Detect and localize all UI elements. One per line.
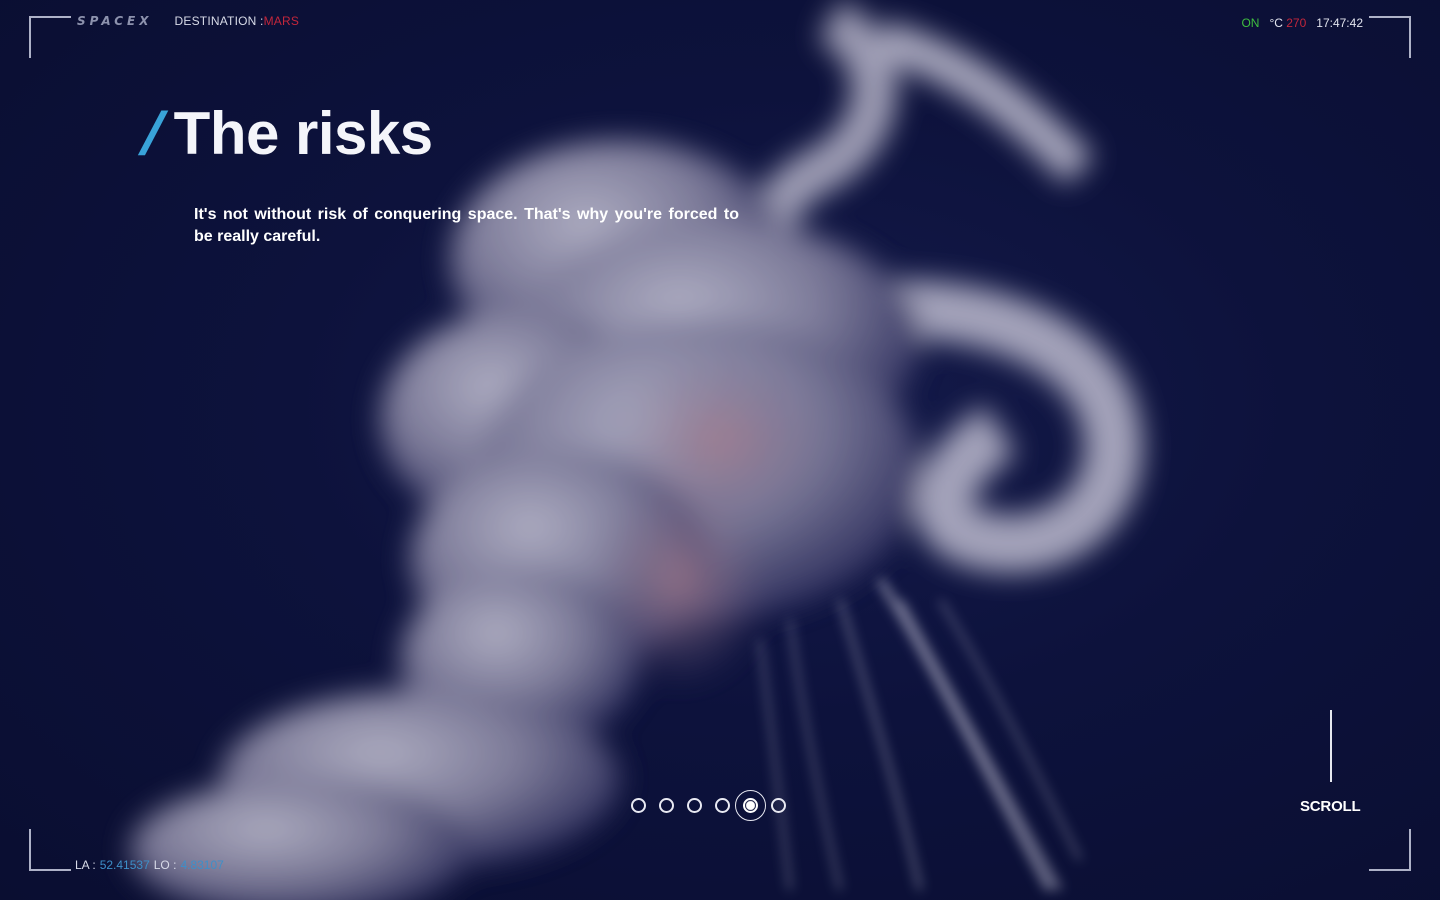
- section-title: The risks: [173, 100, 433, 167]
- pager-dot-4[interactable]: [715, 798, 730, 813]
- pager-dot-1[interactable]: [631, 798, 646, 813]
- scroll-button[interactable]: SCROLL: [1300, 798, 1361, 815]
- frame-corner-bottom-left: [29, 829, 71, 871]
- hero-stage: SPACEX DESTINATION :MARS ON °C 270 17:47…: [0, 0, 1440, 900]
- latitude-value: 52.41537: [99, 858, 150, 872]
- coordinates-readout: LA :52.41537 LO :4.83107: [75, 858, 224, 872]
- slide-pager: [631, 790, 786, 821]
- latitude-label: LA :: [75, 858, 96, 872]
- temperature-readout: °C 270: [1269, 16, 1306, 30]
- temperature-value: 270: [1286, 16, 1307, 30]
- frame-corner-top-right: [1369, 16, 1411, 58]
- clock: 17:47:42: [1316, 16, 1363, 30]
- title-slash-accent: /: [138, 100, 165, 167]
- section-intro: It's not without risk of conquering spac…: [194, 206, 739, 245]
- frame-corner-top-left: [29, 16, 71, 58]
- spacex-logo[interactable]: SPACEX: [77, 14, 153, 28]
- section-headline: / The risks: [138, 100, 433, 167]
- status-indicator: ON: [1241, 16, 1260, 30]
- destination-label: DESTINATION :: [174, 14, 264, 28]
- longitude-value: 4.83107: [180, 858, 224, 872]
- temperature-unit: °C: [1269, 16, 1283, 30]
- pager-dot-2[interactable]: [659, 798, 674, 813]
- header-left: SPACEX DESTINATION :MARS: [77, 14, 299, 28]
- scroll-indicator-line: [1330, 710, 1332, 782]
- pager-dot-6[interactable]: [771, 798, 786, 813]
- frame-corner-bottom-right: [1369, 829, 1411, 871]
- destination-value: MARS: [263, 14, 300, 28]
- pager-dot-5-active[interactable]: [735, 790, 766, 821]
- longitude-label: LO :: [153, 858, 177, 872]
- pager-dot-3[interactable]: [687, 798, 702, 813]
- destination-readout: DESTINATION :MARS: [175, 14, 300, 28]
- header-right: ON °C 270 17:47:42: [1241, 16, 1363, 30]
